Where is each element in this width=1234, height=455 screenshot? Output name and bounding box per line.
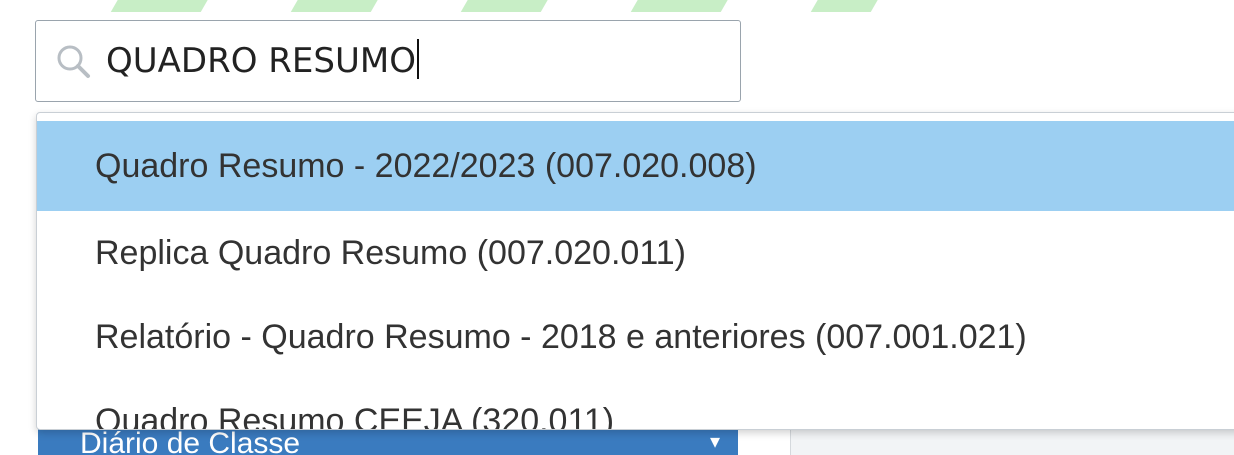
search-value: QUADRO RESUMO	[106, 41, 416, 81]
chevron-down-icon: ▾	[709, 431, 720, 453]
suggestion-list: Quadro Resumo - 2022/2023 (007.020.008) …	[37, 113, 1234, 429]
sidebar-menu-label: Diário de Classe	[80, 427, 301, 455]
page: QUADRO RESUMO Diário de Classe ▾ Quadro …	[0, 0, 1234, 455]
suggestion-item[interactable]: Quadro Resumo - 2022/2023 (007.020.008)	[37, 121, 1234, 211]
suggestion-item[interactable]: Quadro Resumo CEEJA (320.011)	[37, 379, 1234, 429]
search-icon	[48, 36, 98, 86]
suggestion-item[interactable]: Relatório - Quadro Resumo - 2018 e anter…	[37, 295, 1234, 379]
search-input[interactable]: QUADRO RESUMO	[35, 20, 741, 102]
text-caret	[416, 39, 419, 79]
autocomplete-dropdown: Quadro Resumo - 2022/2023 (007.020.008) …	[36, 112, 1234, 430]
suggestion-item[interactable]: Replica Quadro Resumo (007.020.011)	[37, 211, 1234, 295]
